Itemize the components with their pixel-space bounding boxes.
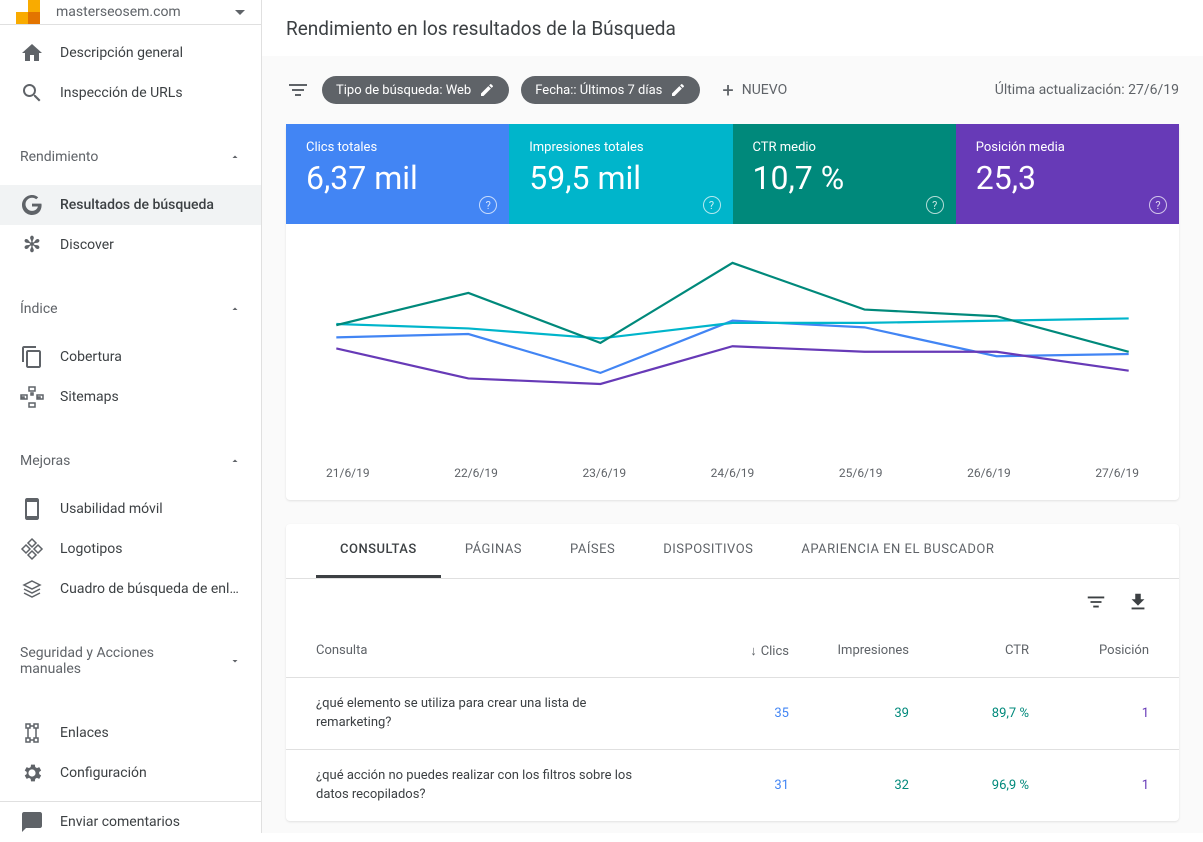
nav-links[interactable]: Enlaces	[0, 713, 261, 753]
nav-label: Usabilidad móvil	[60, 501, 163, 517]
table-row[interactable]: ¿qué elemento se utiliza para crear una …	[286, 677, 1179, 749]
main-content: Rendimiento en los resultados de la Búsq…	[262, 0, 1203, 833]
help-icon[interactable]: ?	[703, 196, 721, 214]
metric-clicks[interactable]: Clics totales 6,37 mil ?	[286, 124, 509, 224]
help-icon[interactable]: ?	[479, 196, 497, 214]
chart-area: 21/6/1922/6/1923/6/1924/6/1925/6/1926/6/…	[286, 224, 1179, 500]
gear-icon	[20, 761, 44, 785]
nav-label: Configuración	[60, 765, 147, 781]
table-card: CONSULTASPÁGINASPAÍSESDISPOSITIVOSAPARIE…	[286, 524, 1179, 821]
comment-icon	[20, 810, 44, 834]
help-icon[interactable]: ?	[1149, 196, 1167, 214]
nav-settings[interactable]: Configuración	[0, 753, 261, 793]
nav-label: Logotipos	[60, 541, 122, 557]
nav-label: Resultados de búsqueda	[60, 197, 214, 213]
google-g-icon	[20, 193, 44, 217]
nav-section-enhancements[interactable]: Mejoras	[0, 441, 261, 481]
nav-label: Cobertura	[60, 349, 122, 365]
home-icon	[20, 41, 44, 65]
toolbar: Tipo de búsqueda: Web Fecha:: Últimos 7 …	[262, 56, 1203, 124]
layers-icon	[20, 577, 44, 601]
chevron-up-icon	[229, 151, 241, 163]
col-position[interactable]: Posición	[1029, 643, 1149, 658]
nav-section-performance[interactable]: Rendimiento	[0, 137, 261, 177]
analytics-logo-icon	[16, 0, 40, 24]
table-filter-icon[interactable]	[1085, 591, 1107, 613]
nav-label: Inspección de URLs	[60, 85, 183, 101]
sitemap-icon	[20, 385, 44, 409]
metric-position[interactable]: Posición media 25,3 ?	[956, 124, 1179, 224]
table-header-row: Consulta ↓Clics Impresiones CTR Posición	[286, 625, 1179, 677]
nav-discover[interactable]: ✻ Discover	[0, 225, 261, 265]
caret-down-icon	[235, 10, 245, 15]
sidebar: masterseosem.com Descripción general Ins…	[0, 0, 262, 833]
nav-section-security[interactable]: Seguridad y Acciones manuales	[0, 633, 261, 689]
page-header: Rendimiento en los resultados de la Búsq…	[262, 0, 1203, 56]
tab-países[interactable]: PAÍSES	[546, 524, 639, 578]
nav-label: Enviar comentarios	[60, 814, 180, 830]
mobile-icon	[20, 497, 44, 521]
nav-label: Descripción general	[60, 45, 183, 61]
x-axis-labels: 21/6/1922/6/1923/6/1924/6/1925/6/1926/6/…	[316, 466, 1149, 480]
col-ctr[interactable]: CTR	[909, 643, 1029, 658]
tab-consultas[interactable]: CONSULTAS	[316, 524, 441, 578]
nav-search-results[interactable]: Resultados de búsqueda	[0, 185, 261, 225]
col-query[interactable]: Consulta	[316, 641, 669, 661]
edit-icon	[670, 82, 686, 98]
last-update-text: Última actualización: 27/6/19	[995, 82, 1179, 98]
nav-section-index[interactable]: Índice	[0, 289, 261, 329]
help-icon[interactable]: ?	[926, 196, 944, 214]
chevron-up-icon	[229, 455, 241, 467]
search-icon	[20, 81, 44, 105]
link-icon	[20, 721, 44, 745]
col-clicks[interactable]: ↓Clics	[669, 643, 789, 659]
table-tabs: CONSULTASPÁGINASPAÍSESDISPOSITIVOSAPARIE…	[286, 524, 1179, 579]
metric-impressions[interactable]: Impresiones totales 59,5 mil ?	[509, 124, 732, 224]
nav-label: Enlaces	[60, 725, 109, 741]
sort-arrow-down-icon: ↓	[750, 644, 757, 659]
filter-icon[interactable]	[286, 78, 310, 102]
diamond-icon	[20, 537, 44, 561]
tab-apariencia en el buscador[interactable]: APARIENCIA EN EL BUSCADOR	[777, 524, 1018, 578]
chip-date[interactable]: Fecha:: Últimos 7 días	[521, 76, 700, 104]
performance-card: Clics totales 6,37 mil ? Impresiones tot…	[286, 124, 1179, 500]
tab-páginas[interactable]: PÁGINAS	[441, 524, 546, 578]
nav-label: Sitemaps	[60, 389, 119, 405]
chip-search-type[interactable]: Tipo de búsqueda: Web	[322, 76, 509, 104]
nav-feedback[interactable]: Enviar comentarios	[0, 802, 261, 842]
edit-icon	[479, 82, 495, 98]
nav-searchbox-links[interactable]: Cuadro de búsqueda de enla…	[0, 569, 261, 609]
asterisk-icon: ✻	[20, 233, 44, 257]
download-icon[interactable]	[1127, 591, 1149, 613]
nav-sitemaps[interactable]: Sitemaps	[0, 377, 261, 417]
nav-mobile-usability[interactable]: Usabilidad móvil	[0, 489, 261, 529]
line-chart	[316, 254, 1149, 454]
nav-url-inspection[interactable]: Inspección de URLs	[0, 73, 261, 113]
site-name: masterseosem.com	[56, 4, 235, 20]
new-filter-button[interactable]: + NUEVO	[712, 72, 797, 108]
site-selector[interactable]: masterseosem.com	[0, 0, 261, 25]
nav-logos[interactable]: Logotipos	[0, 529, 261, 569]
pages-icon	[20, 345, 44, 369]
chevron-up-icon	[229, 303, 241, 315]
nav-overview[interactable]: Descripción general	[0, 33, 261, 73]
nav-coverage[interactable]: Cobertura	[0, 337, 261, 377]
metric-ctr[interactable]: CTR medio 10,7 % ?	[733, 124, 956, 224]
page-title: Rendimiento en los resultados de la Búsq…	[286, 17, 676, 40]
nav-label: Cuadro de búsqueda de enla…	[60, 581, 240, 597]
col-impressions[interactable]: Impresiones	[789, 643, 909, 658]
chevron-down-icon	[229, 655, 241, 667]
tab-dispositivos[interactable]: DISPOSITIVOS	[639, 524, 777, 578]
nav-label: Discover	[60, 237, 114, 253]
table-row[interactable]: ¿qué acción no puedes realizar con los f…	[286, 749, 1179, 821]
plus-icon: +	[722, 78, 733, 102]
